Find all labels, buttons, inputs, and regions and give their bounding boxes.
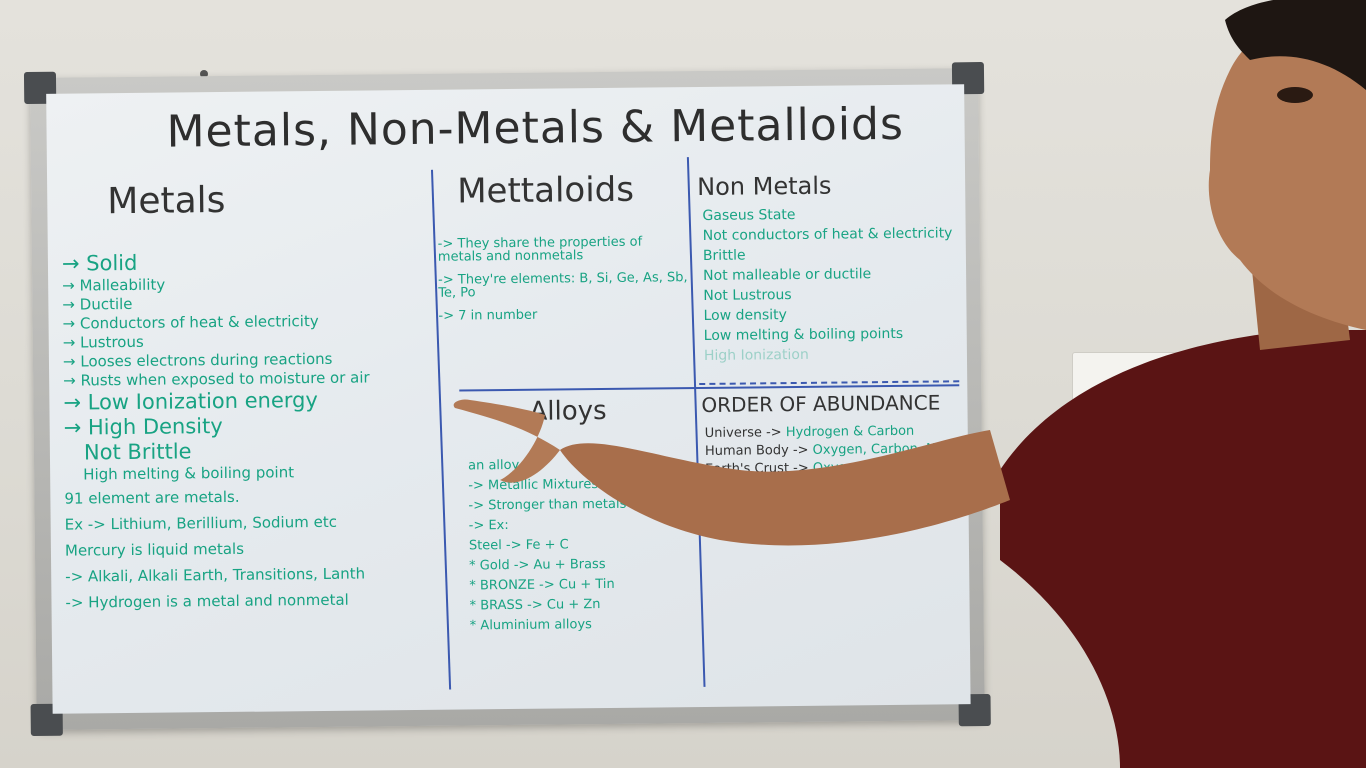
list-item: Not conductors of heat & electricity [702,225,953,244]
metalloids-list: -> They share the properties of metals a… [438,235,689,333]
list-item: * Aluminium alloys [469,617,592,634]
nonmetals-list: Gaseus State Not conductors of heat & el… [702,206,953,369]
list-item: Brittle [702,247,746,264]
list-item: Mercury is liquid metals [64,539,245,560]
wall-outlet [1072,352,1204,420]
metals-heading: Metals [107,179,226,223]
hair [1225,0,1366,90]
list-item: Low melting & boiling points [703,325,904,344]
list-item: Ex -> Lithium, Berillium, Sodium etc [64,512,338,534]
list-item: → Conductors of heat & electricity [62,311,319,333]
list-item: -> Metallic Mixtures [468,477,599,494]
scene: Metals, Non-Metals & Metalloids Metals →… [0,0,1366,768]
abundance-list: Universe -> Hydrogen & Carbon Human Body… [705,423,971,481]
list-item: * Gold -> Au + Brass [469,556,606,574]
metals-list: → Solid → Malleability → Ductile → Condu… [62,250,371,486]
list-item: High Ionization [703,346,809,364]
list-item: → Ductile [62,294,133,314]
list-item: → Looses electrons during reactions [62,349,333,371]
neck [1250,250,1350,350]
list-item: Universe -> Hydrogen & Carbon [704,423,915,441]
list-item: Earth's Crust -> Oxygen [705,460,864,477]
abundance-heading: ORDER OF ABUNDANCE [701,390,941,417]
list-item: -> 7 in number [438,307,538,324]
list-item: Steel -> Fe + C [468,537,569,554]
list-item: Gaseus State [702,206,796,224]
list-item: → Solid [61,250,138,276]
list-item: → Lustrous [62,332,144,352]
metalloids-heading: Mettaloids [457,169,635,212]
list-item: Low density [703,307,787,324]
list-item: * BRONZE -> Cu + Tin [469,576,615,594]
list-item: -> Stronger than metals [468,496,627,514]
alloys-list: an alloy -> Metallic Mixtures -> Stronge… [468,458,628,640]
list-item: -> They share the properties of metals a… [437,234,643,265]
head [1208,10,1366,331]
list-item: -> Ex: [468,518,509,534]
metals-notes: 91 element are metals. Ex -> Lithium, Be… [64,487,366,622]
list-item: -> They're elements: B, Si, Ge, As, Sb, … [438,270,688,301]
list-item: → Malleability [62,275,166,295]
eye [1277,87,1313,103]
list-item: -> Alkali, Alkali Earth, Transitions, La… [65,564,366,586]
list-item: → Rusts when exposed to moisture or air [63,368,370,390]
list-item: * BRASS -> Cu + Zn [469,597,601,614]
list-item: → High Density [63,414,223,440]
list-item: Not malleable or ductile [703,266,872,284]
list-item: 91 element are metals. [64,487,240,508]
nonmetals-heading: Non Metals [697,171,832,202]
list-item: Human Body -> Oxygen, Carbon, Nitrogen, … [704,440,971,459]
list-item: -> Hydrogen is a metal and nonmetal [65,590,349,612]
list-item: → Low Ionization energy [63,388,318,415]
whiteboard-surface: Metals, Non-Metals & Metalloids Metals →… [46,84,971,714]
board-title: Metals, Non-Metals & Metalloids [166,98,905,158]
list-item: Not Lustrous [703,287,792,304]
list-item: Not Brittle [83,439,192,465]
whiteboard: Metals, Non-Metals & Metalloids Metals →… [23,62,991,737]
list-item: High melting & boiling point [83,463,295,484]
list-item: an alloy [468,457,520,474]
alloys-heading: Alloys [529,395,607,427]
